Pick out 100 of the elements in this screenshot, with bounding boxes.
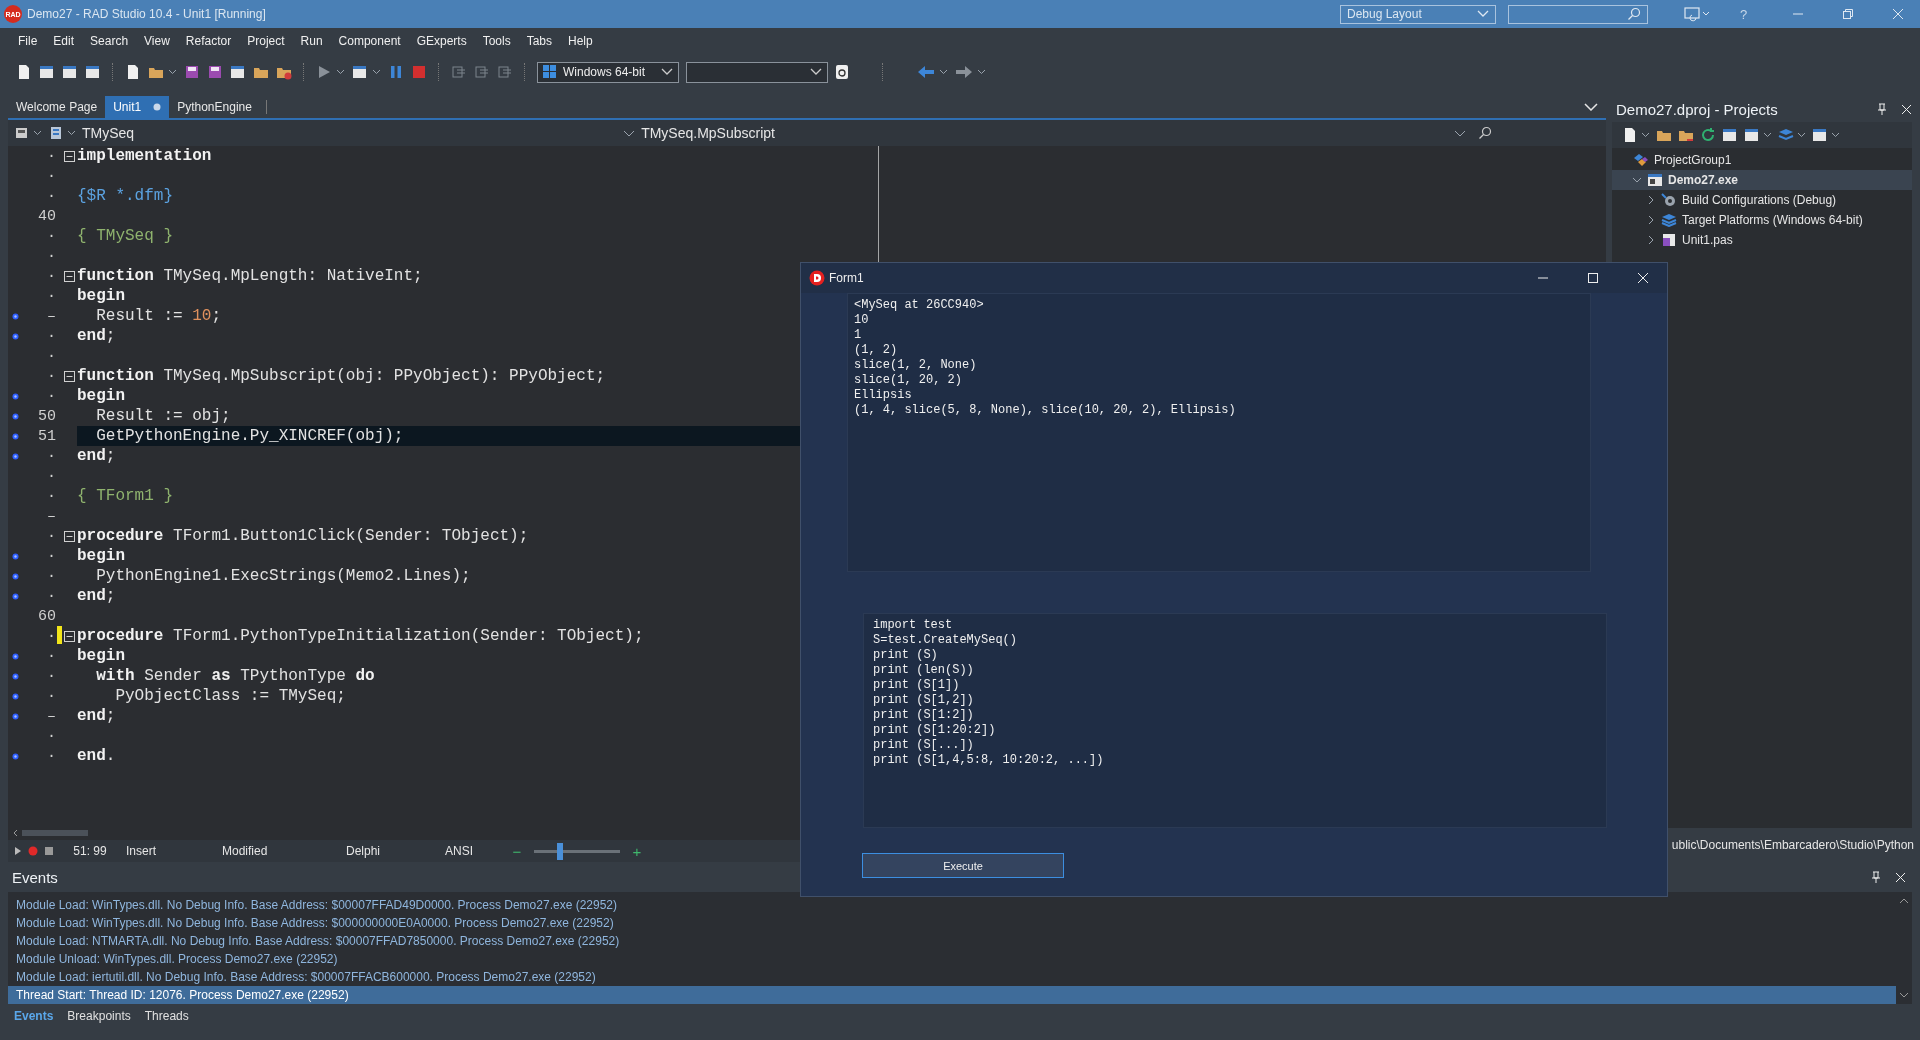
collapse-chevron-icon[interactable] [1647, 195, 1655, 205]
forward-arrow-icon[interactable] [955, 65, 973, 79]
play-icon[interactable] [14, 846, 22, 856]
class-scope-dropdown[interactable]: TMySeq [82, 125, 135, 141]
line-marker-icon[interactable] [11, 592, 19, 600]
device-icon[interactable] [835, 64, 849, 80]
layers-icon[interactable] [1778, 127, 1794, 143]
menu-item[interactable]: Edit [45, 34, 83, 48]
caret-icon[interactable] [336, 69, 345, 75]
check-window-icon[interactable] [1744, 127, 1760, 143]
run-icon[interactable] [316, 64, 332, 80]
platform-dropdown[interactable]: Windows 64-bit [537, 61, 679, 83]
panel-tab[interactable]: Threads [138, 1006, 195, 1026]
line-marker-icon[interactable] [11, 752, 19, 760]
new-file-icon[interactable] [16, 64, 32, 80]
save-icon[interactable] [184, 64, 200, 80]
menu-item[interactable]: View [136, 34, 178, 48]
close-icon[interactable] [1637, 272, 1649, 284]
line-marker-icon[interactable] [11, 692, 19, 700]
collapse-icon[interactable] [64, 530, 75, 542]
caret-icon[interactable] [168, 69, 177, 75]
zoom-thumb[interactable] [556, 842, 563, 860]
caret-icon[interactable] [1831, 132, 1840, 138]
menu-item[interactable]: Refactor [177, 34, 240, 48]
menu-item[interactable]: Help [560, 34, 601, 48]
collapse-icon[interactable] [64, 630, 75, 642]
line-marker-icon[interactable] [11, 412, 19, 420]
component-icon[interactable] [48, 125, 64, 141]
caret-icon[interactable] [977, 69, 986, 75]
scroll-down-icon[interactable] [1899, 992, 1909, 998]
editor-tab[interactable]: Welcome Page [8, 96, 106, 118]
scroll-left-icon[interactable] [12, 829, 18, 837]
back-arrow-icon[interactable] [917, 65, 935, 79]
tree-item[interactable]: Unit1.pas [1612, 230, 1912, 250]
panel-tab[interactable]: Events [8, 1006, 60, 1026]
caret-icon[interactable] [1454, 129, 1466, 137]
copy-icon[interactable] [62, 64, 78, 80]
tree-item[interactable]: Build Configurations (Debug) [1612, 190, 1912, 210]
line-marker-icon[interactable] [11, 672, 19, 680]
desktop-layout-icon[interactable] [1684, 6, 1710, 22]
pause-icon[interactable] [388, 64, 404, 80]
expand-chevron-icon[interactable] [1632, 176, 1642, 184]
line-marker-icon[interactable] [11, 432, 19, 440]
line-marker-icon[interactable] [11, 552, 19, 560]
collapse-icon[interactable] [64, 150, 75, 162]
device-dropdown[interactable] [686, 61, 828, 83]
line-marker-icon[interactable] [11, 392, 19, 400]
menu-item[interactable]: Run [292, 34, 331, 48]
zoom-out-button[interactable]: − [510, 842, 524, 860]
collapse-icon[interactable] [64, 270, 75, 282]
caret-icon[interactable] [623, 129, 636, 137]
event-log-entry[interactable]: Module Load: WinTypes.dll. No Debug Info. Base Address: $00007FFAD49D0000. Process Demo27.exe (22952) [8, 896, 1896, 914]
pin-icon[interactable] [1871, 871, 1881, 883]
menu-item[interactable]: Tabs [518, 34, 561, 48]
line-marker-icon[interactable] [11, 572, 19, 580]
event-log-entry[interactable]: Module Load: iertutil.dll. No Debug Info. Base Address: $00007FFACB600000. Process Demo27.exe (22952) [8, 968, 1896, 986]
restore-icon[interactable] [1842, 8, 1854, 20]
caret-icon[interactable] [67, 130, 76, 136]
event-log-entry[interactable]: Thread Start: Thread ID: 12076. Process Demo27.exe (22952) [8, 986, 1896, 1004]
build-icon[interactable] [1722, 127, 1738, 143]
panel-tab[interactable]: Breakpoints [61, 1006, 137, 1026]
caret-icon[interactable] [1641, 132, 1650, 138]
search-field[interactable] [1508, 4, 1648, 24]
form-icon[interactable] [85, 64, 101, 80]
line-marker-icon[interactable] [11, 452, 19, 460]
new-item-icon[interactable] [125, 64, 141, 80]
editor-tab[interactable]: Unit1 [105, 96, 170, 118]
unit-icon[interactable] [14, 125, 30, 141]
caret-icon[interactable] [939, 69, 948, 75]
event-log-entry[interactable]: Module Load: NTMARTA.dll. No Debug Info. Base Address: $00007FFAD7850000. Process Demo27.exe (22952) [8, 932, 1896, 950]
tree-item[interactable]: Target Platforms (Windows 64-bit) [1612, 210, 1912, 230]
menu-item[interactable]: Tools [474, 34, 519, 48]
menu-item[interactable]: Search [82, 34, 137, 48]
menu-item[interactable]: Component [330, 34, 409, 48]
save-all-icon[interactable] [207, 64, 223, 80]
collapse-chevron-icon[interactable] [1647, 235, 1655, 245]
scroll-thumb[interactable] [22, 830, 88, 836]
output-memo[interactable]: <MySeq at 26CC940> 10 1 (1, 2) slice(1, 2, None) slice(1, 20, 2) Ellipsis (1, 4, slice(5, 8, None), slice(10, 20, 2), Ellipsis) [847, 293, 1591, 572]
maximize-icon[interactable] [1587, 272, 1599, 284]
pin-icon[interactable] [1877, 103, 1887, 115]
caret-icon[interactable] [33, 130, 42, 136]
close-icon[interactable] [1895, 871, 1906, 883]
editor-tab[interactable]: PythonEngine [169, 96, 260, 118]
event-log-entry[interactable]: Module Unload: WinTypes.dll. Process Demo27.exe (22952) [8, 950, 1896, 968]
menu-item[interactable]: Project [239, 34, 293, 48]
search-icon[interactable] [1478, 126, 1492, 140]
caret-icon[interactable] [1763, 132, 1772, 138]
collapse-chevron-icon[interactable] [1647, 215, 1655, 225]
line-marker-icon[interactable] [11, 312, 19, 320]
tab-list-icon[interactable] [1584, 103, 1598, 111]
collapse-icon[interactable] [64, 370, 75, 382]
execute-button[interactable]: Execute [862, 853, 1064, 878]
scroll-up-icon[interactable] [1899, 898, 1909, 904]
refresh-icon[interactable] [1700, 127, 1716, 143]
caret-icon[interactable] [1797, 132, 1806, 138]
close-icon[interactable] [1901, 103, 1912, 115]
windows-icon[interactable] [39, 64, 55, 80]
line-marker-icon[interactable] [11, 712, 19, 720]
window-icon[interactable] [230, 64, 246, 80]
caret-icon[interactable] [372, 69, 381, 75]
